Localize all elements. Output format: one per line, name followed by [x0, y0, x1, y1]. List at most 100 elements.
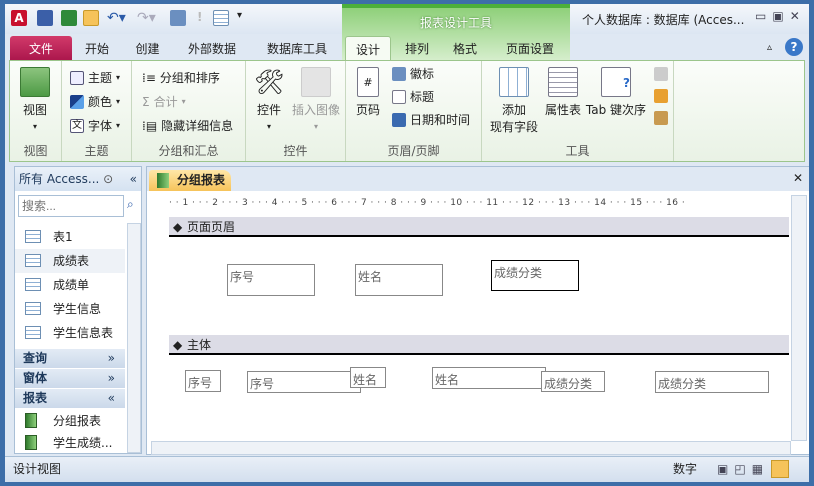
save-icon[interactable] [37, 10, 53, 26]
label-control-selected[interactable]: 成绩分类 [491, 260, 579, 291]
nav-scrollbar[interactable] [127, 223, 141, 453]
tab-design[interactable]: 设计 [345, 36, 391, 62]
nav-item-table[interactable]: 成绩单 [15, 273, 125, 297]
insert-image-button[interactable]: 插入图像 ▾ [290, 67, 342, 132]
label-control[interactable]: 姓名 [355, 264, 443, 296]
property-sheet-button[interactable]: 属性表 [542, 67, 584, 118]
close-icon[interactable]: ✕ [790, 9, 806, 23]
section-page-header[interactable]: ◆ 页面页眉 [169, 217, 789, 237]
design-view-icon[interactable] [771, 460, 789, 478]
nav-item-report[interactable]: 分组报表 [15, 409, 125, 433]
theme-button[interactable]: 主题 ▾ [70, 69, 120, 86]
section-label: 页面页眉 [187, 220, 236, 234]
section-detail[interactable]: ◆ 主体 [169, 335, 789, 355]
report-view-icon[interactable]: ▣ [717, 462, 734, 476]
table-icon [25, 230, 41, 243]
collapse-icon: « [107, 391, 115, 405]
nav-header[interactable]: 所有 Access... ⊙ « [15, 167, 141, 191]
page-number-button[interactable]: # 页码 [352, 67, 384, 118]
undo-icon[interactable]: ↶▾ [107, 10, 126, 26]
layout-view-icon[interactable]: ▦ [752, 462, 769, 476]
tab-file[interactable]: 文件 [10, 36, 72, 62]
convert-macros-icon[interactable] [654, 89, 668, 103]
fonts-button[interactable]: 文字体 ▾ [70, 117, 120, 134]
label-control[interactable]: 序号 [227, 264, 315, 296]
ribbon: 视图 ▾ 视图 主题 ▾ 颜色 ▾ 文字体 ▾ 主题 ⁞≡ 分组和排序 Σ 合计 ▾ ⁞▤ 隐藏… [9, 60, 805, 162]
vertical-scrollbar[interactable] [791, 195, 807, 441]
label-control[interactable]: 序号 [185, 370, 221, 392]
group-view: 视图 ▾ 视图 [10, 61, 62, 161]
colors-button[interactable]: 颜色 ▾ [70, 93, 120, 110]
add-fields-label-2: 现有字段 [489, 120, 538, 134]
nav-item-table[interactable]: 成绩表 [15, 249, 125, 273]
contextual-tab-group-label: 报表设计工具 [419, 16, 492, 30]
nav-item-table[interactable]: 学生信息表 [15, 321, 125, 345]
report-icon[interactable] [170, 10, 186, 26]
hide-details-button[interactable]: ⁞▤ 隐藏详细信息 [142, 117, 233, 134]
table-icon[interactable] [213, 10, 229, 26]
textbox-control[interactable]: 序号 [247, 371, 361, 393]
nav-group-label: 窗体 [23, 371, 48, 385]
sigma-icon: Σ [142, 94, 150, 109]
nav-group-forms[interactable]: 窗体 » [15, 369, 125, 388]
nav-item-label: 学生信息 [53, 302, 102, 316]
section-arrow-icon: ◆ [173, 220, 183, 234]
maximize-icon[interactable]: ▣ [772, 9, 789, 23]
title-button[interactable]: 标题 [392, 88, 434, 105]
tab-home[interactable]: 开始 [77, 36, 117, 62]
navigation-pane: 所有 Access... ⊙« ⌕ 表1 成绩表 成绩单 学生信息 学生信息表 … [14, 166, 142, 454]
totals-button[interactable]: Σ 合计 ▾ [142, 93, 186, 110]
document-tab[interactable]: 分组报表 [149, 170, 231, 191]
minimize-icon[interactable]: ▭ [755, 9, 772, 23]
view-button[interactable]: 视图 ▾ [16, 67, 54, 132]
subform-icon[interactable] [654, 67, 668, 81]
chevron-down-icon[interactable]: ⊙ [103, 172, 113, 186]
minimize-ribbon-icon[interactable]: ▵ [767, 42, 772, 53]
nav-item-report[interactable]: 学生成绩... [15, 431, 125, 455]
document-tabs: 分组报表 ✕ [147, 167, 809, 191]
nav-group-queries[interactable]: 查询 » [15, 349, 125, 368]
print-preview-icon[interactable]: ◰ [734, 462, 751, 476]
theme-icon [70, 70, 84, 85]
redo-icon[interactable]: ↷▾ [137, 10, 156, 26]
help-icon[interactable]: ? [785, 38, 803, 56]
view-label: 视图 [22, 103, 47, 117]
report-icon [157, 173, 169, 188]
add-existing-fields-button[interactable]: 添加 现有字段 [486, 67, 542, 135]
calendar-icon [392, 112, 406, 127]
tab-page-setup[interactable]: 页面设置 [495, 36, 565, 62]
logo-button[interactable]: 徽标 [392, 65, 434, 82]
search-icon[interactable]: ⌕ [127, 197, 134, 212]
label-control[interactable]: 姓名 [350, 367, 386, 388]
group-grouping: ⁞≡ 分组和排序 Σ 合计 ▾ ⁞▤ 隐藏详细信息 分组和汇总 [132, 61, 246, 161]
group-header-footer: # 页码 徽标 标题 日期和时间 页眉/页脚 [346, 61, 482, 161]
label-control[interactable]: 成绩分类 [541, 371, 605, 392]
run-icon[interactable]: ! [197, 10, 202, 24]
search-input[interactable] [18, 195, 124, 217]
design-view-icon[interactable] [83, 10, 99, 26]
tab-arrange[interactable]: 排列 [397, 36, 437, 62]
nav-item-table[interactable]: 学生信息 [15, 297, 125, 321]
horizontal-scrollbar[interactable] [151, 441, 791, 455]
nav-item-table[interactable]: 表1 [15, 225, 125, 249]
tab-create[interactable]: 创建 [125, 36, 170, 62]
title-bar: A ↶▾ ↷▾ ! ▾ 报表设计工具 个人数据库 : 数据库 (Acces...… [5, 4, 809, 62]
group-sort-button[interactable]: ⁞≡ 分组和排序 [142, 69, 220, 86]
textbox-control[interactable]: 姓名 [432, 367, 546, 389]
tab-external-data[interactable]: 外部数据 [178, 36, 246, 62]
access-logo-icon[interactable]: A [11, 10, 27, 26]
tab-order-button[interactable]: ? Tab 键次序 [584, 67, 648, 118]
controls-button[interactable]: 🛠 控件 ▾ [250, 67, 288, 132]
tab-format[interactable]: 格式 [445, 36, 485, 62]
nav-item-label: 成绩单 [53, 278, 90, 292]
nav-group-reports[interactable]: 报表 « [15, 389, 125, 408]
excel-icon[interactable] [61, 10, 77, 26]
view-code-icon[interactable] [654, 111, 668, 125]
close-document-icon[interactable]: ✕ [793, 171, 803, 185]
date-time-button[interactable]: 日期和时间 [392, 111, 470, 128]
textbox-control[interactable]: 成绩分类 [655, 371, 769, 393]
customize-qat-icon[interactable]: ▾ [237, 10, 242, 21]
tab-database-tools[interactable]: 数据库工具 [257, 36, 337, 62]
table-icon [25, 302, 41, 315]
collapse-pane-icon[interactable]: « [130, 167, 137, 191]
